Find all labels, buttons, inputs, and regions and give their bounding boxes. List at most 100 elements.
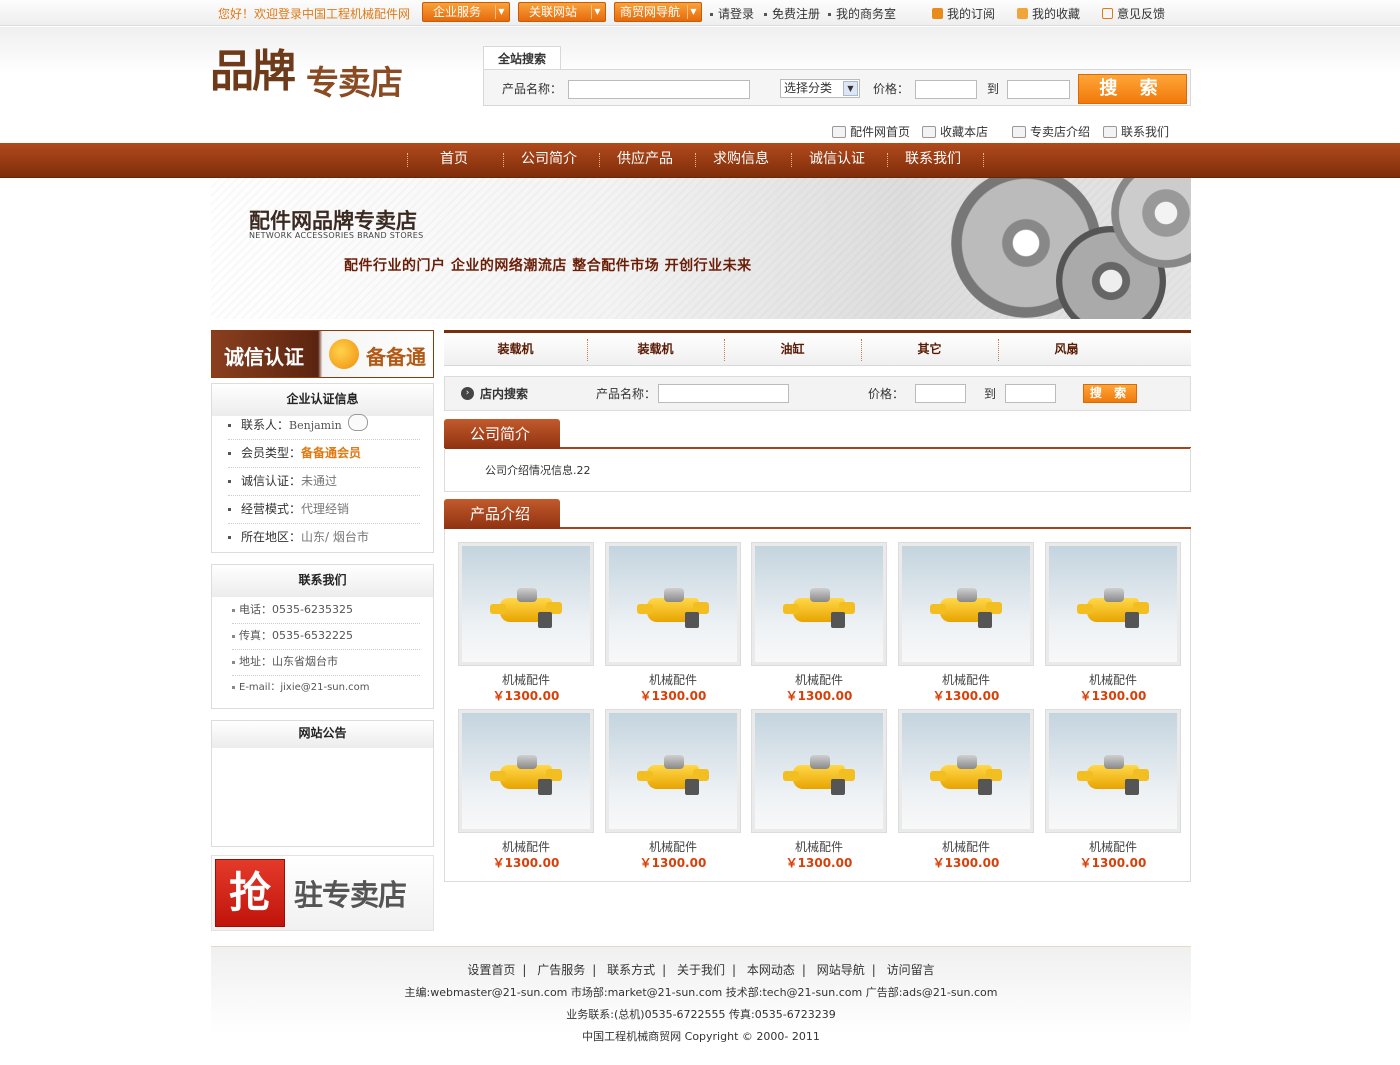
product-name-input[interactable] — [568, 80, 750, 99]
product-image[interactable] — [751, 542, 887, 666]
product-name[interactable]: 机械配件 — [605, 838, 741, 855]
footer-link[interactable]: 关于我们 — [677, 963, 725, 977]
nav-supply-products[interactable]: 供应产品 — [617, 143, 673, 178]
product-image[interactable] — [605, 709, 741, 833]
footer-link[interactable]: 本网动态 — [747, 963, 795, 977]
product-card[interactable]: 机械配件 ￥1300.00 — [898, 542, 1034, 703]
product-image[interactable] — [458, 709, 594, 833]
product-photo — [462, 713, 590, 829]
product-grid: 机械配件 ￥1300.00 机械配件 ￥1300.00 机械配件 ￥1300.00 机械配件… — [444, 529, 1191, 882]
product-name[interactable]: 机械配件 — [751, 838, 887, 855]
shop-search-button[interactable]: 搜 索 — [1083, 384, 1137, 403]
cert-badge: 备备通 — [366, 345, 426, 369]
tab-product-intro[interactable]: 产品介绍 — [444, 499, 560, 529]
product-image[interactable] — [458, 542, 594, 666]
join-store-banner[interactable]: 抢 驻专卖店 — [211, 855, 434, 931]
product-name[interactable]: 机械配件 — [458, 671, 594, 688]
bullet-icon — [232, 685, 235, 689]
bookmark-store-link[interactable]: 收藏本店 — [922, 123, 988, 140]
nav-purchase-info[interactable]: 求购信息 — [713, 143, 769, 178]
category-item[interactable]: 其它 — [861, 333, 998, 366]
info-row-region: 所在地区：山东/ 烟台市 — [228, 524, 420, 552]
footer-link[interactable]: 访问留言 — [887, 963, 935, 977]
product-card[interactable]: 机械配件 ￥1300.00 — [751, 709, 887, 870]
credit-cert-banner[interactable]: 诚信认证 备备通 — [211, 330, 434, 378]
shop-price-min-input[interactable] — [915, 384, 966, 403]
product-image[interactable] — [898, 542, 1034, 666]
product-card[interactable]: 机械配件 ￥1300.00 — [458, 542, 594, 703]
my-favorites-link[interactable]: 我的收藏 — [1017, 5, 1080, 22]
nav-home[interactable]: 首页 — [440, 143, 468, 178]
product-price: ￥1300.00 — [785, 856, 853, 870]
feedback-link[interactable]: 意见反馈 — [1102, 5, 1165, 22]
register-link[interactable]: 免费注册 — [764, 5, 820, 22]
footer-link[interactable]: 广告服务 — [537, 963, 585, 977]
product-card[interactable]: 机械配件 ￥1300.00 — [1045, 542, 1181, 703]
tab-company-intro[interactable]: 公司简介 — [444, 419, 560, 449]
product-photo — [462, 546, 590, 662]
my-subscriptions-link[interactable]: 我的订阅 — [932, 5, 995, 22]
company-intro-box: 公司介绍情况信息.22 — [444, 448, 1191, 492]
nav-separator — [503, 153, 504, 167]
contact-value[interactable]: E-mail：jixie@21-sun.com — [239, 682, 370, 693]
dropdown-related-sites[interactable]: 关联网站 ▼ — [518, 2, 606, 22]
notice-box: 网站公告 — [211, 720, 434, 847]
shop-product-name-input[interactable] — [658, 384, 789, 403]
footer-phone: 业务联系:(总机)0535-6722555 传真:0535-6723239 — [566, 1008, 836, 1021]
product-card[interactable]: 机械配件 ￥1300.00 — [605, 709, 741, 870]
product-image[interactable] — [605, 542, 741, 666]
price-max-input[interactable] — [1007, 80, 1070, 99]
dropdown-trade-nav[interactable]: 商贸网导航 ▼ — [614, 2, 702, 22]
site-search-button[interactable]: 搜 索 — [1078, 74, 1187, 104]
tab-site-search[interactable]: 全站搜索 — [483, 46, 561, 70]
product-name[interactable]: 机械配件 — [1045, 671, 1181, 688]
product-image[interactable] — [1045, 542, 1181, 666]
info-label: 经营模式： — [241, 502, 302, 516]
qq-icon[interactable] — [347, 414, 368, 431]
person-icon — [1012, 126, 1026, 138]
footer-link[interactable]: 联系方式 — [607, 963, 655, 977]
business-office-link[interactable]: 我的商务室 — [828, 5, 896, 22]
shop-price-label: 价格： — [868, 387, 905, 401]
category-select[interactable]: 选择分类 ▼ — [780, 79, 860, 98]
product-card[interactable]: 机械配件 ￥1300.00 — [898, 709, 1034, 870]
category-item[interactable]: 装载机 — [587, 333, 724, 366]
product-photo — [1049, 713, 1177, 829]
footer-link[interactable]: 设置首页 — [467, 963, 515, 977]
product-card[interactable]: 机械配件 ￥1300.00 — [605, 542, 741, 703]
nav-contact[interactable]: 联系我们 — [905, 143, 961, 178]
bullet-icon — [228, 424, 231, 427]
category-item[interactable]: 装载机 — [444, 333, 587, 366]
contact-link[interactable]: 联系我们 — [1103, 123, 1169, 140]
dropdown-enterprise-services[interactable]: 企业服务 ▼ — [422, 2, 510, 22]
logo[interactable]: 品牌 专卖店 — [210, 46, 425, 114]
category-item[interactable]: 风扇 — [998, 333, 1135, 366]
product-card[interactable]: 机械配件 ￥1300.00 — [458, 709, 594, 870]
product-card[interactable]: 机械配件 ￥1300.00 — [751, 542, 887, 703]
footer-separator: | — [871, 963, 876, 977]
product-name[interactable]: 机械配件 — [751, 671, 887, 688]
login-link[interactable]: 请登录 — [710, 5, 754, 22]
store-intro-link[interactable]: 专卖店介绍 — [1012, 123, 1090, 140]
logo-text-brand: 品牌 — [210, 46, 296, 97]
product-image[interactable] — [751, 709, 887, 833]
product-name[interactable]: 机械配件 — [458, 838, 594, 855]
bullet-icon — [228, 480, 231, 483]
water-pump-image — [1077, 588, 1149, 628]
product-image[interactable] — [1045, 709, 1181, 833]
nav-credit-cert[interactable]: 诚信认证 — [809, 143, 865, 178]
shop-price-max-input[interactable] — [1005, 384, 1056, 403]
product-name[interactable]: 机械配件 — [1045, 838, 1181, 855]
nav-company-profile[interactable]: 公司简介 — [521, 143, 577, 178]
store-banner: 配件网品牌专卖店 NETWORK ACCESSORIES BRAND STORE… — [211, 178, 1191, 319]
footer-link[interactable]: 网站导航 — [817, 963, 865, 977]
water-pump-image — [637, 588, 709, 628]
product-card[interactable]: 机械配件 ￥1300.00 — [1045, 709, 1181, 870]
category-item[interactable]: 油缸 — [724, 333, 861, 366]
home-link[interactable]: 配件网首页 — [832, 123, 910, 140]
product-name[interactable]: 机械配件 — [605, 671, 741, 688]
product-image[interactable] — [898, 709, 1034, 833]
product-name[interactable]: 机械配件 — [898, 671, 1034, 688]
price-min-input[interactable] — [915, 80, 977, 99]
product-name[interactable]: 机械配件 — [898, 838, 1034, 855]
